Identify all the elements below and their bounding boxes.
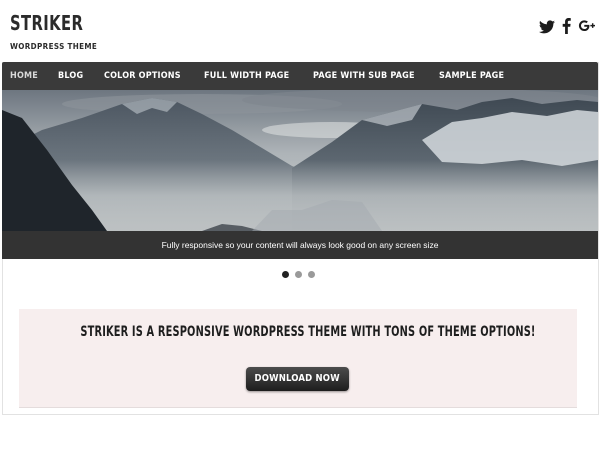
nav-item-blog[interactable]: BLOG — [58, 71, 83, 81]
nav-item-full-width-page[interactable]: FULL WIDTH PAGE — [204, 71, 289, 81]
slider-pagination — [282, 271, 315, 278]
google-plus-icon[interactable] — [578, 18, 596, 38]
cta-heading: STRIKER IS A RESPONSIVE WORDPRESS THEME … — [80, 324, 536, 340]
social-links — [539, 18, 596, 38]
mountain-landscape-image — [2, 90, 598, 231]
slider-dot-1[interactable] — [282, 271, 289, 278]
slide-caption: Fully responsive so your content will al… — [2, 231, 598, 259]
site-tagline: WORDPRESS THEME — [10, 42, 98, 51]
slider-dot-3[interactable] — [308, 271, 315, 278]
download-now-label: DOWNLOAD NOW — [254, 373, 341, 384]
nav-list: HOME BLOG COLOR OPTIONS FULL WIDTH PAGE … — [2, 62, 598, 90]
nav-item-color-options[interactable]: COLOR OPTIONS — [104, 71, 181, 81]
nav-item-page-with-sub-page[interactable]: PAGE WITH SUB PAGE — [313, 71, 415, 81]
twitter-icon[interactable] — [539, 19, 555, 38]
hero-slider[interactable]: Fully responsive so your content will al… — [2, 90, 598, 260]
nav-item-sample-page[interactable]: SAMPLE PAGE — [439, 71, 504, 81]
main-nav: HOME BLOG COLOR OPTIONS FULL WIDTH PAGE … — [2, 62, 598, 90]
download-now-button[interactable]: DOWNLOAD NOW — [246, 367, 349, 391]
nav-item-home[interactable]: HOME — [10, 71, 38, 81]
site-title[interactable]: STRIKER — [10, 11, 83, 35]
slider-dot-2[interactable] — [295, 271, 302, 278]
facebook-icon[interactable] — [562, 18, 571, 38]
call-to-action-box: STRIKER IS A RESPONSIVE WORDPRESS THEME … — [19, 309, 577, 408]
site-header: STRIKER WORDPRESS THEME — [0, 0, 600, 62]
